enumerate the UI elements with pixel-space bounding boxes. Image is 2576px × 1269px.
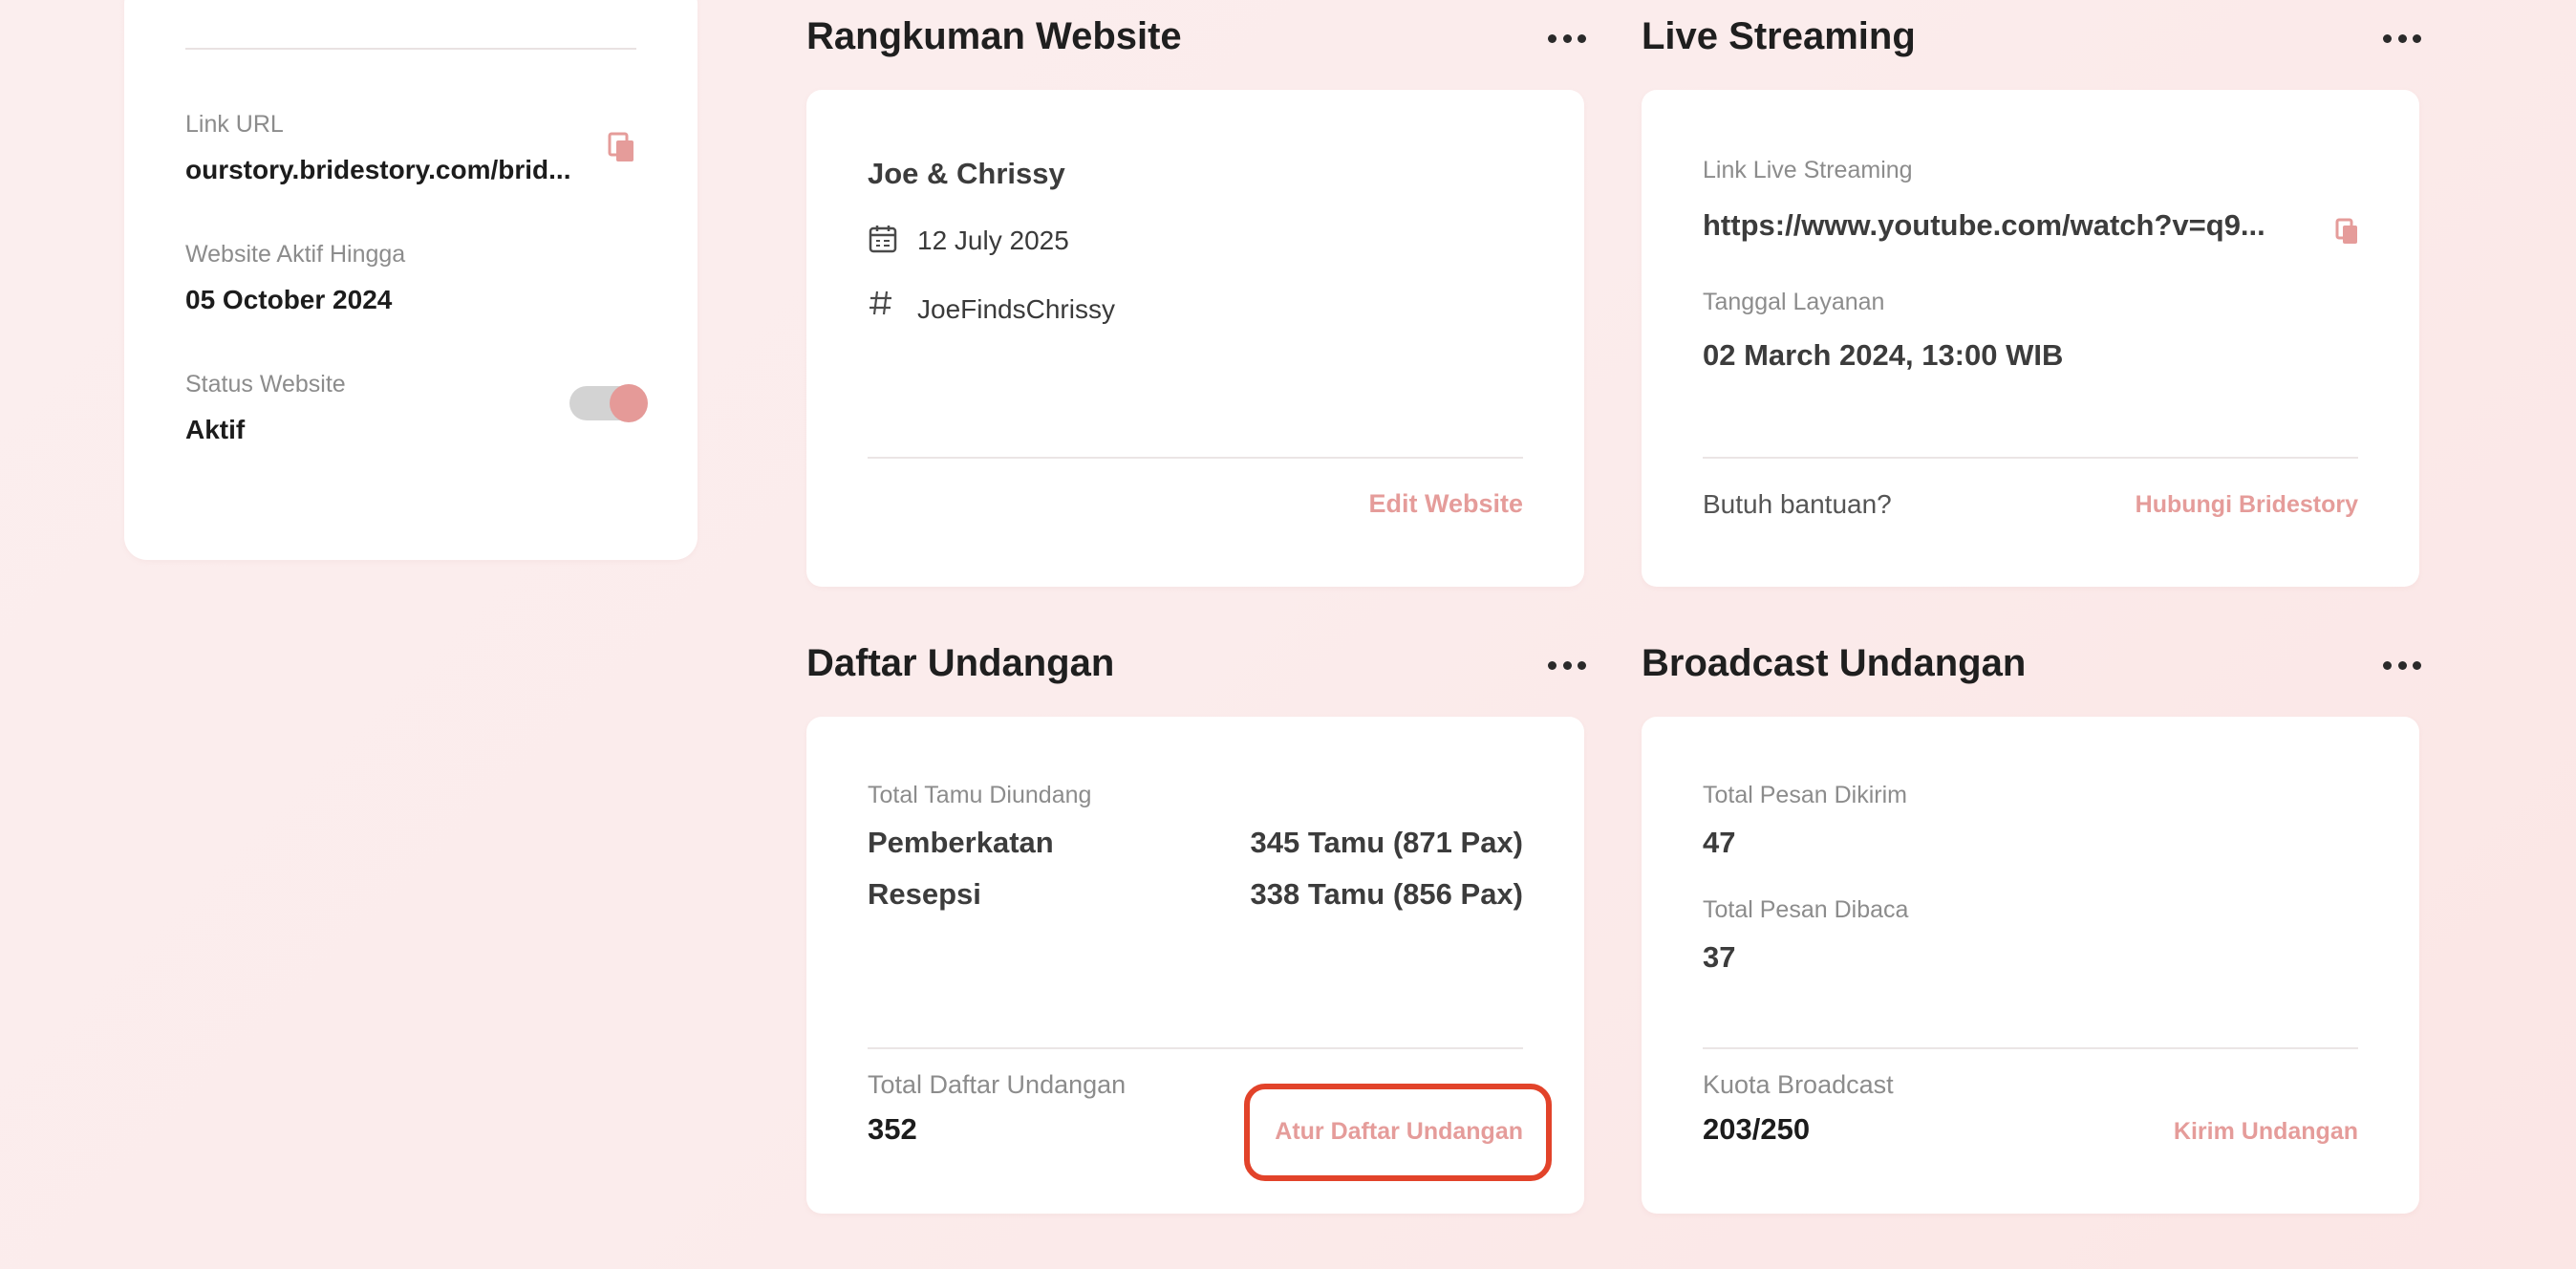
active-until-value: 05 October 2024 (185, 285, 393, 314)
quota-value: 203/250 (1703, 1112, 1811, 1146)
summary-more-icon[interactable] (1548, 32, 1586, 45)
status-value: Aktif (185, 415, 246, 444)
sent-value: 47 (1703, 826, 1736, 859)
status-toggle[interactable] (569, 384, 648, 422)
live-link-value: https://www.youtube.com/watch?v=q9... (1703, 208, 2265, 242)
link-url-value: ourstory.bridestory.com/brid... (185, 155, 571, 184)
toggle-knob (610, 384, 648, 422)
service-date-label: Tanggal Layanan (1703, 289, 1885, 315)
highlight-box (1244, 1084, 1552, 1181)
edit-website-link[interactable]: Edit Website (1368, 489, 1523, 519)
contact-bridestory-link[interactable]: Hubungi Bridestory (2136, 491, 2358, 519)
guest-row-value: 345 Tamu (871 Pax) (1250, 826, 1523, 859)
divider (1703, 1047, 2358, 1049)
guests-title: Daftar Undangan (806, 642, 1115, 684)
total-list-label: Total Daftar Undangan (868, 1070, 1127, 1099)
live-card: Link Live Streaming https://www.youtube.… (1642, 90, 2419, 587)
live-more-icon[interactable] (2383, 32, 2421, 45)
divider (185, 48, 636, 50)
summary-title: Rangkuman Website (806, 15, 1182, 57)
hashtag-icon (868, 289, 894, 322)
help-text: Butuh bantuan? (1703, 489, 1892, 519)
copy-icon[interactable] (608, 132, 636, 164)
calendar-icon (868, 224, 898, 259)
send-invitation-link[interactable]: Kirim Undangan (2174, 1118, 2358, 1146)
website-info-card: Link URL ourstory.bridestory.com/brid...… (124, 0, 698, 560)
status-label: Status Website (185, 371, 346, 398)
broadcast-more-icon[interactable] (2383, 658, 2421, 672)
summary-card: Joe & Chrissy 12 July 2025 JoeFindsChris… (806, 90, 1584, 587)
copy-icon[interactable] (2335, 218, 2360, 251)
divider (868, 457, 1523, 459)
active-until-label: Website Aktif Hingga (185, 241, 406, 268)
broadcast-card: Total Pesan Dikirim 47 Total Pesan Dibac… (1642, 717, 2419, 1214)
sent-label: Total Pesan Dikirim (1703, 782, 1907, 808)
live-link-label: Link Live Streaming (1703, 157, 1913, 183)
event-date: 12 July 2025 (917, 226, 1069, 255)
total-list-value: 352 (868, 1112, 917, 1146)
guest-row-name: Pemberkatan (868, 826, 1054, 859)
read-label: Total Pesan Dibaca (1703, 896, 1909, 923)
service-date-value: 02 March 2024, 13:00 WIB (1703, 338, 2064, 372)
broadcast-title: Broadcast Undangan (1642, 642, 2027, 684)
guest-row-name: Resepsi (868, 877, 981, 911)
divider (868, 1047, 1523, 1049)
guest-row-value: 338 Tamu (856 Pax) (1250, 877, 1523, 911)
live-title: Live Streaming (1642, 15, 1916, 57)
guests-more-icon[interactable] (1548, 658, 1586, 672)
read-value: 37 (1703, 940, 1736, 974)
couple-name: Joe & Chrissy (868, 157, 1065, 190)
hashtag-text: JoeFindsChrissy (917, 294, 1115, 324)
link-url-label: Link URL (185, 111, 284, 138)
divider (1703, 457, 2358, 459)
quota-label: Kuota Broadcast (1703, 1070, 1894, 1099)
total-guests-label: Total Tamu Diundang (868, 782, 1092, 808)
